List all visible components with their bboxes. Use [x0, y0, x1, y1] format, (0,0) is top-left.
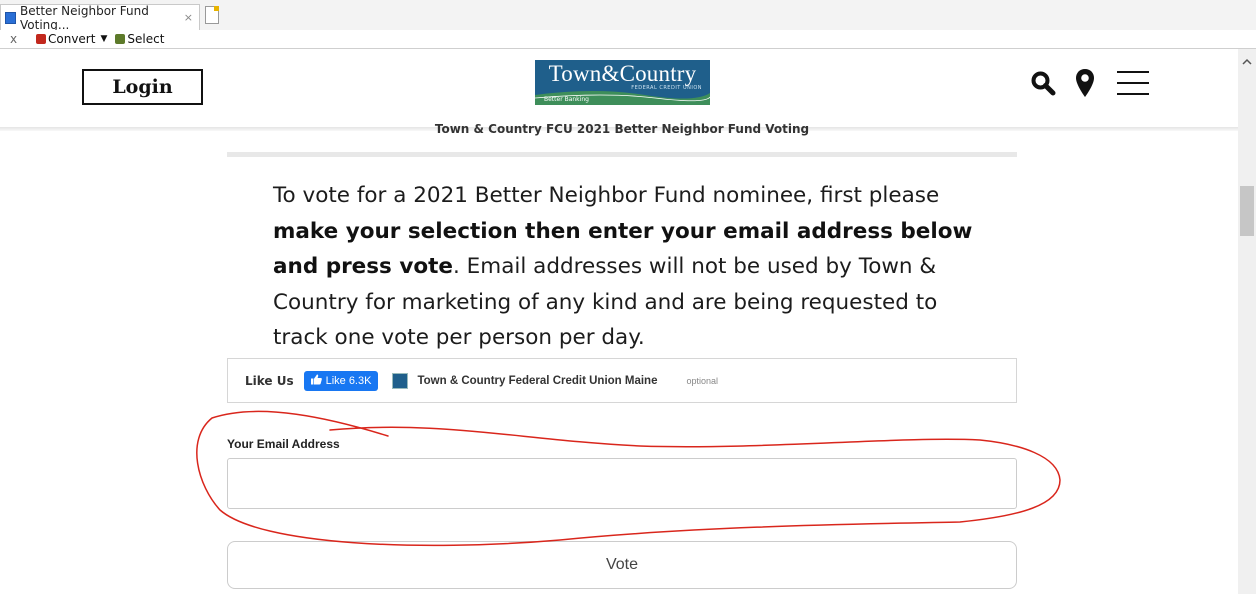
logo-tagline: Better Banking: [544, 96, 589, 103]
form-title: Town & Country FCU 2021 Better Neighbor …: [434, 122, 810, 136]
convert-dropdown-icon[interactable]: ▼: [100, 34, 107, 44]
search-icon[interactable]: [1030, 70, 1056, 96]
scrollbar-thumb[interactable]: [1240, 186, 1254, 236]
facebook-like-box: Like Us Like 6.3K Town & Country Federal…: [227, 358, 1017, 403]
facebook-page-name[interactable]: Town & Country Federal Credit Union Main…: [417, 375, 657, 387]
menu-icon[interactable]: [1117, 70, 1149, 96]
header-icon-group: [1030, 66, 1149, 100]
browser-toolbar: x Convert ▼ Select: [0, 30, 1256, 49]
browser-tab-bar: Better Neighbor Fund Voting... ×: [0, 0, 1256, 32]
intro-text-part1: To vote for a 2021 Better Neighbor Fund …: [273, 183, 940, 208]
scroll-up-arrow-icon[interactable]: [1238, 53, 1256, 69]
browser-tab[interactable]: Better Neighbor Fund Voting... ×: [0, 3, 200, 32]
toolbar-close-icon[interactable]: x: [10, 32, 28, 46]
select-button[interactable]: Select: [115, 32, 164, 46]
page-avatar[interactable]: [392, 372, 409, 389]
thumbs-up-icon: [310, 374, 322, 388]
title-divider: [227, 152, 1017, 157]
like-button-label: Like: [325, 374, 346, 387]
town-country-logo[interactable]: Town&Country FEDERAL CREDIT UNION Better…: [535, 60, 710, 105]
email-input[interactable]: [227, 458, 1017, 509]
convert-icon: [36, 34, 46, 44]
logo-wordmark: Town&Country: [548, 61, 697, 86]
convert-label: Convert: [48, 32, 96, 46]
site-header: Login Town&Country FEDERAL CREDIT UNION …: [0, 49, 1238, 127]
convert-button[interactable]: Convert ▼: [36, 32, 107, 46]
intro-text: To vote for a 2021 Better Neighbor Fund …: [273, 178, 993, 356]
facebook-like-button[interactable]: Like 6.3K: [303, 370, 379, 391]
tab-title: Better Neighbor Fund Voting...: [20, 3, 149, 32]
optional-note: optional: [686, 375, 719, 386]
login-button[interactable]: Login: [82, 69, 203, 105]
email-label: Your Email Address: [227, 437, 340, 451]
select-label: Select: [127, 32, 165, 46]
select-icon: [115, 34, 126, 44]
page-favicon-icon: [5, 11, 16, 24]
tab-close-icon[interactable]: ×: [184, 11, 193, 24]
new-tab-icon[interactable]: [205, 6, 219, 24]
like-us-label: Like Us: [245, 373, 294, 388]
location-pin-icon[interactable]: [1075, 68, 1095, 98]
like-count: 6.3K: [348, 374, 372, 387]
page-scrollbar[interactable]: [1238, 49, 1256, 594]
vote-button[interactable]: Vote: [227, 541, 1017, 589]
